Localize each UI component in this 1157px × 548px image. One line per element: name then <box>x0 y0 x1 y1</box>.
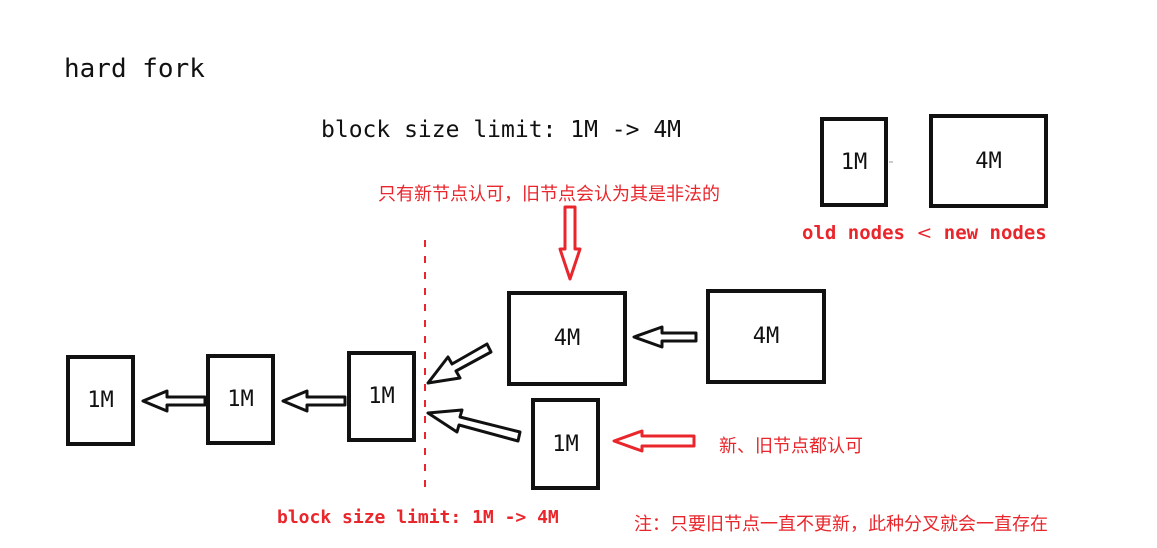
arrow-new-branch-to-main-icon <box>426 342 493 385</box>
red-down-arrow-icon <box>558 205 582 281</box>
connectors-layer <box>141 161 893 490</box>
arrow-main-2-to-1-icon <box>141 389 207 413</box>
arrow-main-3-to-2-icon <box>281 389 347 413</box>
arrow-old-branch-to-main-icon <box>426 408 522 443</box>
red-left-arrow-icon <box>612 429 696 453</box>
arrow-new-branch-2-to-1-icon <box>632 325 698 349</box>
